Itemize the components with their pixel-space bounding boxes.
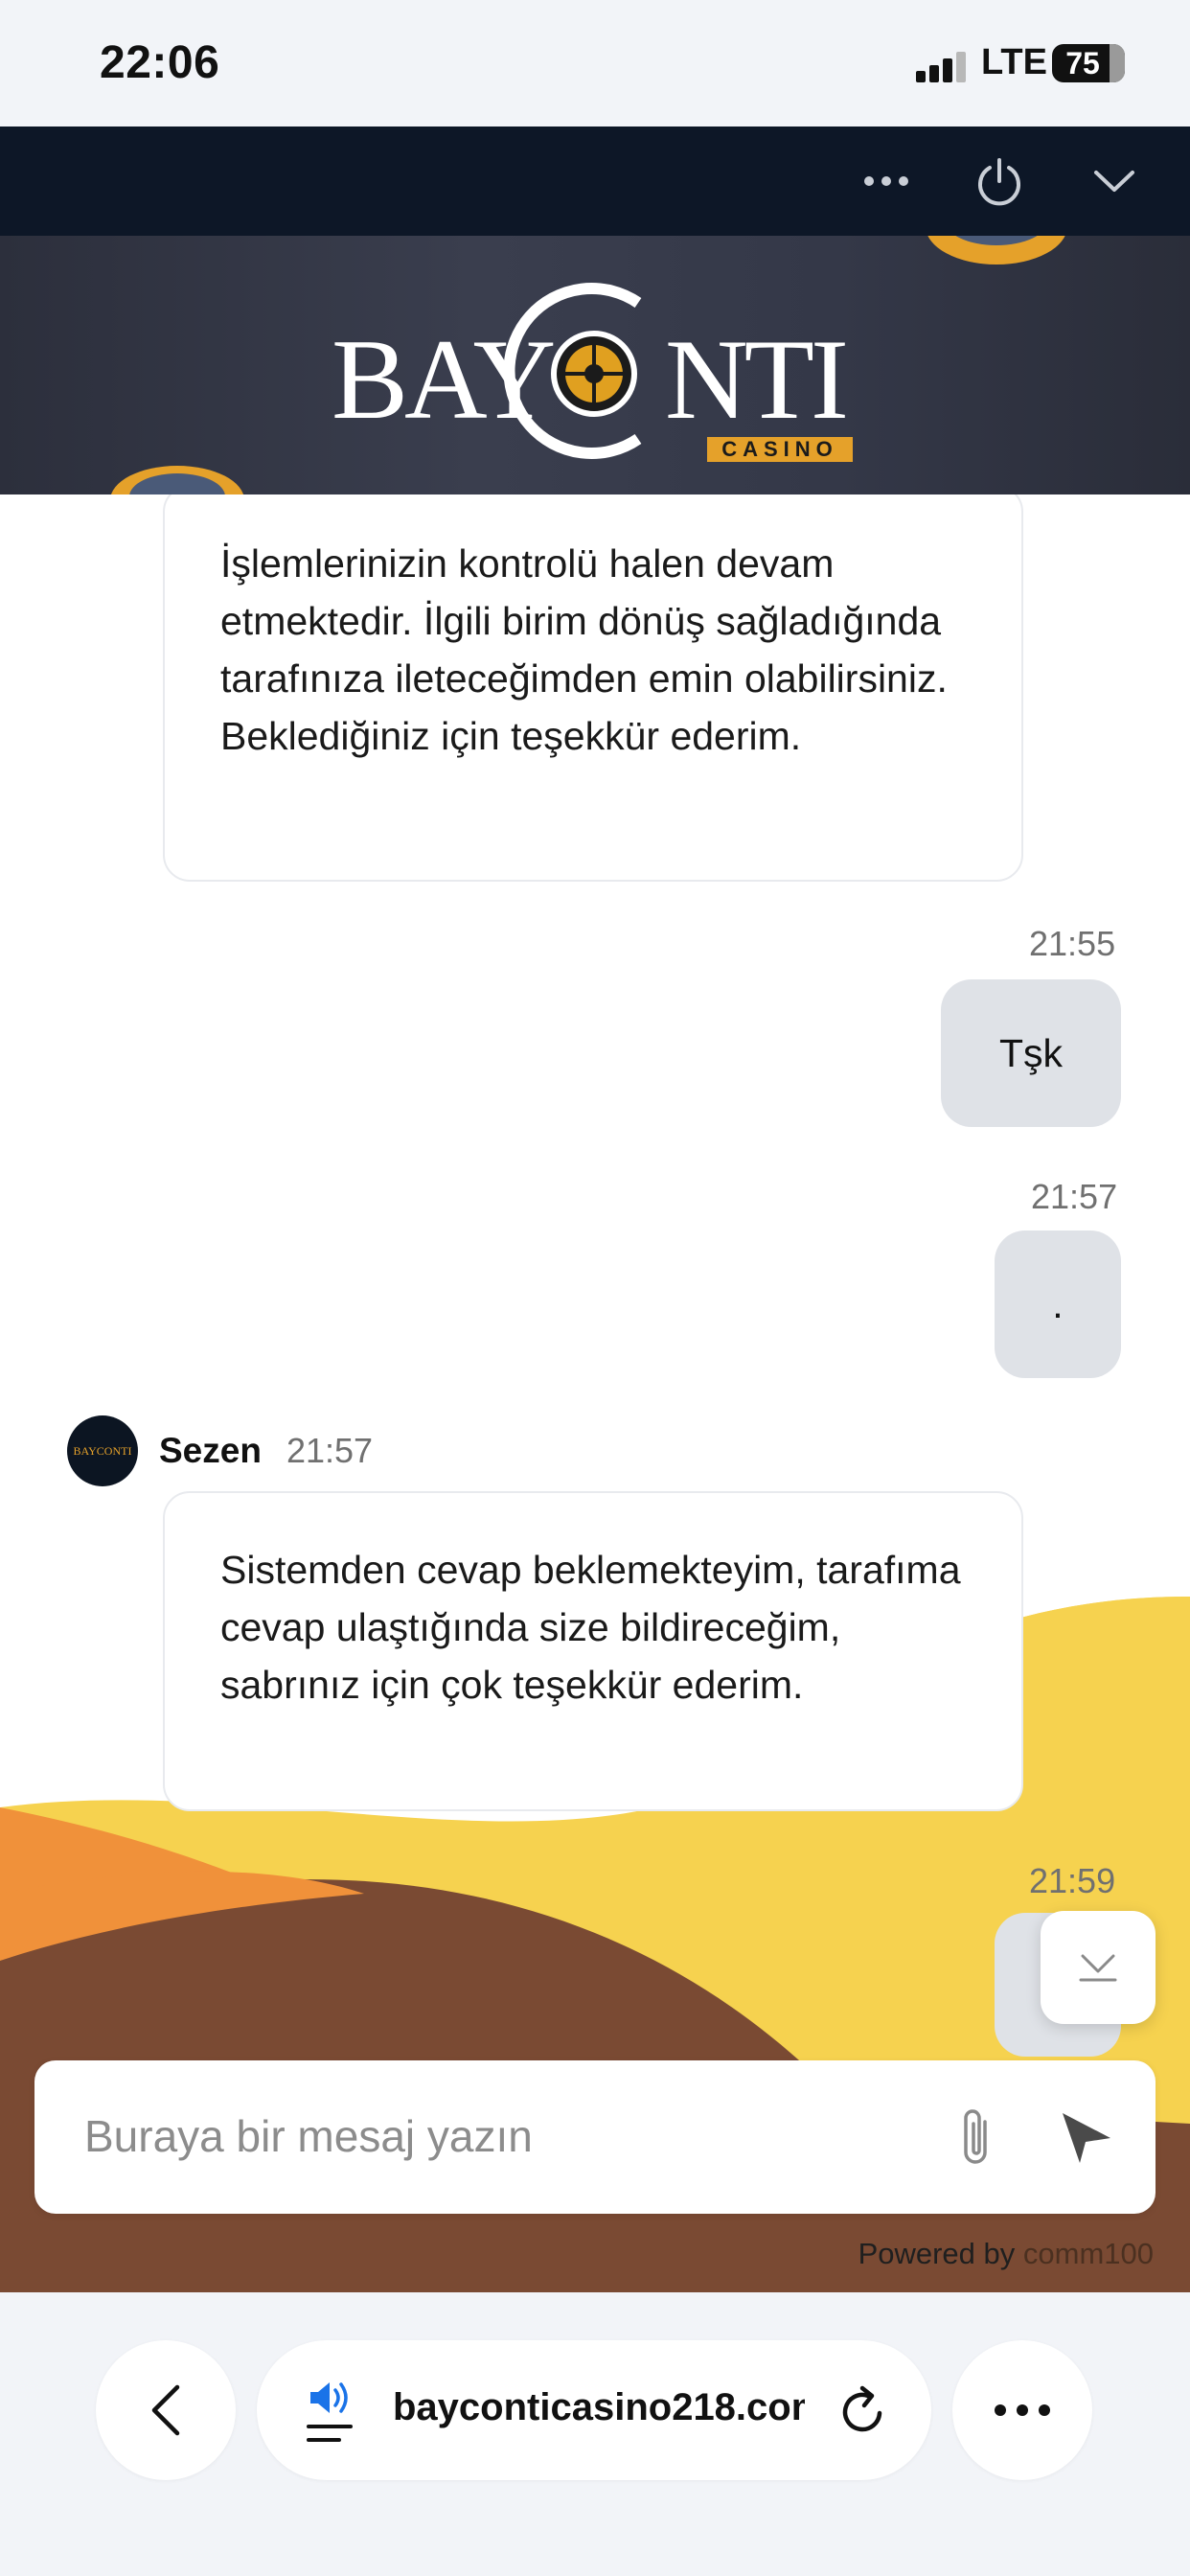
message-text: Tşk: [998, 1030, 1064, 1075]
more-options-icon: [995, 2404, 1050, 2416]
message-time: 21:59: [1029, 1861, 1116, 1900]
reload-icon[interactable]: [835, 2384, 889, 2438]
provider-link[interactable]: comm100: [1023, 2237, 1154, 2270]
message-time: 21:57: [286, 1431, 374, 1470]
scroll-to-bottom-button[interactable]: [1041, 1911, 1156, 2024]
agent-name: Sezen: [159, 1431, 262, 1470]
message-text: .: [1052, 1281, 1064, 1326]
chevron-left-icon: [151, 2384, 180, 2436]
send-icon[interactable]: [1052, 2103, 1121, 2172]
status-bar: 22:06 LTE 75: [0, 0, 1190, 126]
message-composer[interactable]: Buraya bir mesaj yazın: [34, 2060, 1156, 2214]
power-icon[interactable]: [968, 150, 1031, 213]
url-text[interactable]: bayconticasino218.com: [393, 2386, 805, 2429]
back-button[interactable]: [96, 2340, 236, 2480]
agent-message-bubble: İşlemlerinizin kontrolü halen devam etme…: [163, 494, 1023, 882]
battery-icon: 75: [1052, 44, 1125, 82]
status-time: 22:06: [100, 37, 220, 88]
scroll-down-icon: [1079, 1954, 1117, 1982]
message-text: Sistemden cevap beklemekteyim, tarafıma …: [220, 1548, 961, 1707]
more-menu-button[interactable]: [952, 2340, 1092, 2480]
address-bar[interactable]: bayconticasino218.com: [257, 2340, 931, 2480]
brand-banner: BAY NTI CASINO: [0, 236, 1190, 494]
browser-toolbar: bayconticasino218.com: [0, 2292, 1190, 2576]
user-message-bubble: .: [995, 1230, 1121, 1378]
message-text: İşlemlerinizin kontrolü halen devam etme…: [220, 541, 948, 758]
message-input[interactable]: Buraya bir mesaj yazın: [84, 2110, 533, 2162]
avatar: BAYCONTI: [67, 1415, 138, 1486]
message-time: 21:55: [1029, 924, 1116, 963]
user-message-bubble: Tşk: [941, 979, 1121, 1127]
bayconti-logo: BAY NTI CASINO: [326, 274, 862, 466]
chevron-down-icon[interactable]: [1083, 150, 1146, 213]
casino-chip-decoration: [927, 236, 1065, 264]
more-options-icon[interactable]: [855, 150, 918, 213]
message-time: 21:57: [1031, 1177, 1118, 1216]
attachment-icon[interactable]: [943, 2103, 1012, 2172]
carrier-label: LTE: [981, 42, 1047, 82]
chat-header-bar: [0, 126, 1190, 236]
agent-message-bubble: Sistemden cevap beklemekteyim, tarafıma …: [163, 1491, 1023, 1811]
battery-level: 75: [1065, 46, 1100, 80]
agent-header: BAYCONTI Sezen 21:57: [67, 1414, 373, 1487]
powered-by-label: Powered by comm100: [858, 2237, 1154, 2270]
casino-chip-decoration: [110, 466, 244, 494]
signal-icon: [916, 52, 970, 82]
casino-label: CASINO: [707, 437, 853, 462]
reader-audio-icon[interactable]: [305, 2373, 358, 2448]
chat-message-list[interactable]: İşlemlerinizin kontrolü halen devam etme…: [0, 494, 1190, 2292]
